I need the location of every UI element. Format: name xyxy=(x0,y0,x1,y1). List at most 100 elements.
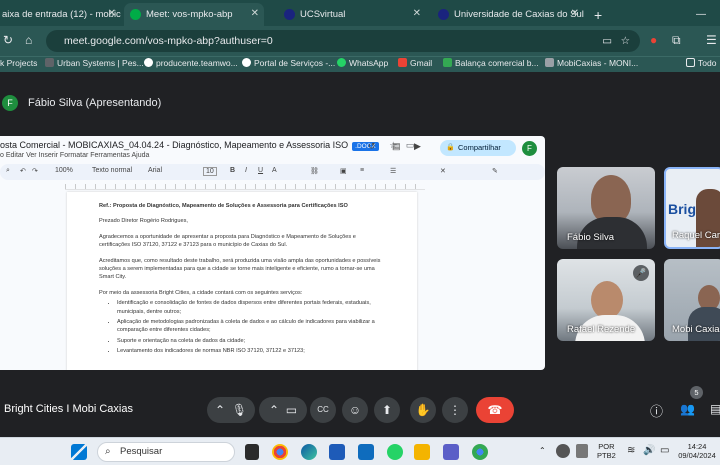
home-icon[interactable]: ⌂ xyxy=(25,33,32,47)
presenter-label: F Fábio Silva (Apresentando) xyxy=(2,95,161,111)
underline-icon[interactable]: U xyxy=(258,167,263,174)
volume-icon[interactable]: 🔊 xyxy=(643,445,655,456)
minimize-window-icon[interactable]: — xyxy=(690,3,720,26)
bookmark-star-icon[interactable]: ☆ xyxy=(621,30,630,52)
share-button[interactable]: Compartilhar xyxy=(440,140,516,156)
font-size-input[interactable]: 10 xyxy=(203,167,217,176)
history-icon[interactable]: ↺ xyxy=(368,141,376,152)
cast-icon[interactable]: ▭ xyxy=(602,30,612,52)
edit-mode-icon[interactable]: ✎ xyxy=(492,167,498,175)
undo-icon[interactable]: ↶ xyxy=(20,167,26,175)
tab-ucsvirtual-label: UCSvirtual xyxy=(300,9,346,20)
chrome-icon[interactable] xyxy=(272,444,288,460)
participants-count-badge: 5 xyxy=(690,386,703,399)
edge-icon[interactable] xyxy=(301,444,317,460)
extensions-puzzle-icon[interactable]: ⧉ xyxy=(672,33,681,48)
tab-meet[interactable]: Meet: vos-mpko-abp ✕ xyxy=(124,3,264,26)
onedrive-icon[interactable] xyxy=(576,444,588,458)
list-icon[interactable]: ☰ xyxy=(390,167,396,175)
windows-start-icon[interactable] xyxy=(71,444,87,460)
chrome-profile-icon[interactable] xyxy=(472,444,488,460)
tab-gmail[interactable]: aixa de entrada (12) - mobica ✕ xyxy=(0,3,121,26)
present-button[interactable]: ⬆ xyxy=(374,397,400,423)
info-icon[interactable]: ⓘ xyxy=(650,401,663,420)
tray-chevron-icon[interactable]: ⌃ xyxy=(539,446,546,455)
bookmark-urban-systems[interactable]: Urban Systems | Pes... xyxy=(45,58,144,68)
doc-bullet: Suporte e orientação na coleta de dados … xyxy=(117,337,385,345)
browser-tab-bar: aixa de entrada (12) - mobica ✕ Meet: vos… xyxy=(0,0,720,26)
raise-hand-button[interactable]: ✋ xyxy=(410,397,436,423)
bookmark-gmail-label: Gmail xyxy=(410,58,433,68)
bold-icon[interactable]: B xyxy=(230,167,235,174)
captions-button[interactable]: CC xyxy=(310,397,336,423)
whatsapp-icon[interactable] xyxy=(387,444,403,460)
close-tab-icon[interactable]: ✕ xyxy=(413,8,421,19)
menu-icon[interactable]: ☰ xyxy=(706,33,717,47)
clock[interactable]: 14:24 09/04/2024 xyxy=(674,442,720,460)
participant-tile[interactable]: Mobi Caxia xyxy=(664,259,720,341)
italic-icon[interactable]: I xyxy=(245,167,247,174)
store-icon[interactable] xyxy=(329,444,345,460)
extension-icon[interactable]: ● xyxy=(650,33,657,47)
wifi-icon[interactable]: ≋ xyxy=(627,445,635,456)
doc-user-avatar[interactable]: F xyxy=(522,141,537,156)
leave-call-button[interactable]: ☎ xyxy=(476,397,514,423)
bookmark-gmail[interactable]: Gmail xyxy=(398,58,432,68)
more-options-button[interactable]: ⋮ xyxy=(442,397,468,423)
new-tab-button[interactable]: + xyxy=(588,3,608,26)
chat-icon[interactable]: ▤ xyxy=(710,402,720,416)
style-select[interactable]: Texto normal xyxy=(92,167,132,174)
doc-paragraph-1: Agradecemos a oportunidade de apresentar… xyxy=(99,233,356,249)
battery-icon[interactable]: ▭ xyxy=(660,445,669,456)
participant-tile[interactable]: Fábio Silva xyxy=(557,167,655,249)
bookmark-mobicaxias[interactable]: MobiCaxias - MONI... xyxy=(545,58,638,68)
tab-gmail-label: aixa de entrada (12) - mobica xyxy=(2,9,121,20)
bookmark-portal[interactable]: Portal de Serviços -... xyxy=(242,58,335,68)
bookmark-projects[interactable]: k Projects xyxy=(0,58,37,68)
file-explorer-icon[interactable] xyxy=(414,444,430,460)
participant-tile[interactable]: Brigh Raquel Car xyxy=(664,167,720,249)
clear-format-icon[interactable]: ✕ xyxy=(440,167,446,175)
camera-icon: ▭ xyxy=(285,403,298,417)
taskbar-search[interactable]: ⌕ Pesquisar xyxy=(97,442,235,462)
participant-name: Raquel Car xyxy=(672,230,720,241)
close-tab-icon[interactable]: ✕ xyxy=(571,8,579,19)
bookmark-balanca[interactable]: Balança comercial b... xyxy=(443,58,539,68)
microphone-icon: 🎙 xyxy=(231,403,247,417)
url-input[interactable]: meet.google.com/vos-mpko-abp?authuser=0 … xyxy=(46,30,640,52)
bookmark-portal-label: Portal de Serviços -... xyxy=(254,58,336,68)
meet-present-icon[interactable]: ▶ xyxy=(414,141,421,152)
image-icon[interactable]: ▣ xyxy=(340,167,347,175)
close-tab-icon[interactable]: ✕ xyxy=(108,8,116,19)
participant-tile[interactable]: 🎤 Rafael Rezende xyxy=(557,259,655,341)
comment-icon[interactable]: ▤ xyxy=(392,141,401,152)
link-icon[interactable]: ⛓ xyxy=(310,167,319,175)
language-indicator[interactable]: POR PTB2 xyxy=(597,442,616,460)
camera-button[interactable]: ⌃ ▭ xyxy=(259,397,307,423)
task-view-icon[interactable] xyxy=(245,444,259,460)
tab-ucs-label: Universidade de Caxias do Sul xyxy=(454,9,584,20)
zoom-select[interactable]: 100% xyxy=(55,167,73,174)
bookmark-producente[interactable]: producente.teamwo... xyxy=(144,58,238,68)
mic-button[interactable]: ⌃ 🎙 xyxy=(207,397,255,423)
reactions-button[interactable]: ☺ xyxy=(342,397,368,423)
people-icon[interactable]: 👥 xyxy=(680,402,695,416)
doc-bullets: Identificação e consolidação de fontes d… xyxy=(99,299,385,355)
text-color-icon[interactable]: A xyxy=(272,167,277,174)
bookmark-whatsapp[interactable]: WhatsApp xyxy=(337,58,388,68)
search-menu-icon[interactable]: ⌕ xyxy=(6,167,10,175)
align-icon[interactable]: ≡ xyxy=(360,167,364,174)
font-select[interactable]: Arial xyxy=(148,167,162,174)
close-tab-icon[interactable]: ✕ xyxy=(251,8,259,19)
tab-ucsvirtual[interactable]: UCSvirtual ✕ xyxy=(278,3,426,26)
redo-icon[interactable]: ↷ xyxy=(32,167,38,175)
doc-menu-bar[interactable]: o Editar Ver Inserir Formatar Ferramenta… xyxy=(0,152,149,159)
bookmarks-bar: k Projects Urban Systems | Pes... produc… xyxy=(0,56,720,72)
mail-icon[interactable] xyxy=(358,444,374,460)
bookmark-todo[interactable]: Todo xyxy=(686,58,716,68)
reload-icon[interactable]: ↻ xyxy=(3,33,13,47)
tray-app-icon[interactable] xyxy=(556,444,570,458)
tab-ucs[interactable]: Universidade de Caxias do Sul ✕ xyxy=(432,3,584,26)
muted-mic-icon: 🎤 xyxy=(633,265,649,281)
teams-icon[interactable] xyxy=(443,444,459,460)
